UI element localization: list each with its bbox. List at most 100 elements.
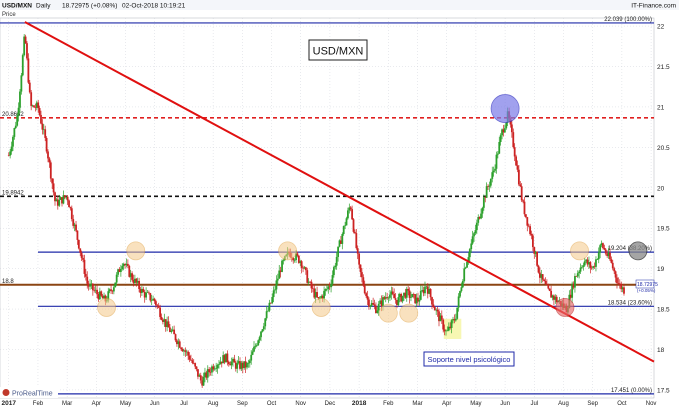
usdmxn-chart: USD/MXN Daily 18.72975 (+0.08%) 02-Oct-2… [0, 0, 679, 407]
candle-body [393, 294, 396, 299]
x-tick-label: Mar [412, 401, 422, 407]
x-tick-label: 2018 [352, 400, 367, 407]
candle-body [265, 311, 268, 319]
candle-body [254, 345, 257, 347]
candle-body [19, 91, 21, 108]
candle-body [24, 36, 27, 44]
candle-body [513, 147, 516, 157]
candle-body [52, 183, 55, 193]
candle-body [597, 252, 600, 260]
candle-body [546, 284, 548, 285]
candle-body [142, 288, 145, 292]
candle-body [596, 259, 599, 260]
candle-body [13, 128, 16, 137]
candle-body [387, 297, 390, 299]
highlight-circle-orange [126, 241, 146, 261]
candle-body [84, 273, 87, 277]
candle-body [230, 361, 233, 366]
candle-body [96, 289, 98, 295]
x-tick-label: Apr [442, 401, 451, 407]
candle-body [432, 304, 435, 308]
level-label-r2: 20.8652 [2, 112, 24, 118]
candle-body [17, 107, 20, 117]
header-provider: IT-Finance.com [631, 3, 676, 10]
candle-body [419, 290, 422, 300]
candle-body [75, 224, 77, 231]
candle-body [544, 280, 547, 285]
candle-body [468, 249, 471, 258]
candle-body [267, 310, 269, 312]
candle-body [494, 168, 496, 171]
candle-body [347, 210, 349, 219]
level-label-top: 22.039 (100.00%) [604, 17, 652, 23]
candle-body [114, 282, 117, 288]
x-tick-label: Feb [383, 401, 394, 407]
candle-body [202, 376, 205, 386]
candle-body [522, 200, 524, 202]
candle-body [131, 273, 133, 280]
candle-body [208, 369, 211, 372]
candle-body [216, 365, 219, 369]
candle-body [616, 277, 618, 284]
candle-body [498, 141, 501, 154]
candle-body [335, 256, 338, 266]
candle-body [187, 351, 190, 356]
candle-body [191, 360, 194, 363]
candle-body [70, 208, 73, 220]
candle-body [429, 288, 432, 298]
candle-body [466, 261, 468, 268]
highlight-circle-orange [399, 303, 419, 323]
candle-body [582, 265, 585, 267]
y-tick-label: 18 [657, 347, 665, 354]
candle-body [37, 102, 40, 109]
candle-body [236, 363, 239, 369]
x-tick-label: Jul [530, 401, 538, 407]
candle-body [27, 58, 30, 83]
candle-body [410, 297, 412, 298]
candle-body [257, 340, 260, 346]
candle-body [264, 318, 267, 327]
candle-body [345, 218, 348, 226]
candle-body [537, 265, 540, 273]
candle-body [609, 252, 611, 260]
candle-body [110, 289, 112, 291]
candle-body [574, 276, 576, 288]
x-tick-label: Jun [150, 401, 160, 407]
candle-body [157, 305, 160, 308]
candle-body [485, 186, 488, 198]
candle-body [377, 303, 380, 311]
highlight-circle-orange [570, 241, 589, 261]
candle-body [80, 252, 83, 258]
candle-body [391, 291, 394, 295]
candle-body [173, 329, 176, 335]
x-tick-label: May [470, 401, 481, 407]
candle-body [491, 172, 494, 179]
candle-body [296, 253, 299, 256]
candle-body [457, 296, 460, 308]
candle-body [66, 196, 69, 201]
candle-body [547, 284, 550, 289]
candle-body [178, 341, 181, 348]
candle-body [471, 236, 474, 244]
candle-body [372, 303, 375, 305]
candle-body [394, 298, 397, 300]
candle-body [496, 153, 499, 155]
candle-body [86, 276, 89, 284]
candle-body [79, 248, 82, 253]
candle-body [190, 359, 192, 361]
x-tick-label: Aug [558, 401, 569, 407]
candle-body [520, 186, 523, 201]
x-tick-label: Feb [33, 401, 44, 407]
candle-body [12, 136, 14, 147]
highlight-circle-orange [378, 303, 398, 323]
x-axis: 2017 Feb Mar Apr May Jun Jul Aug Sep Oct Nov Dec 201… [2, 400, 657, 407]
candle-body [581, 266, 583, 268]
candle-body [431, 297, 433, 305]
x-tick-label: Sep [237, 401, 248, 407]
candle-body [250, 354, 253, 361]
candle-body [160, 316, 163, 320]
x-tick-label: Jun [500, 401, 510, 407]
candle-body [253, 346, 255, 352]
candle-body [199, 375, 202, 381]
candle-body [248, 360, 251, 364]
